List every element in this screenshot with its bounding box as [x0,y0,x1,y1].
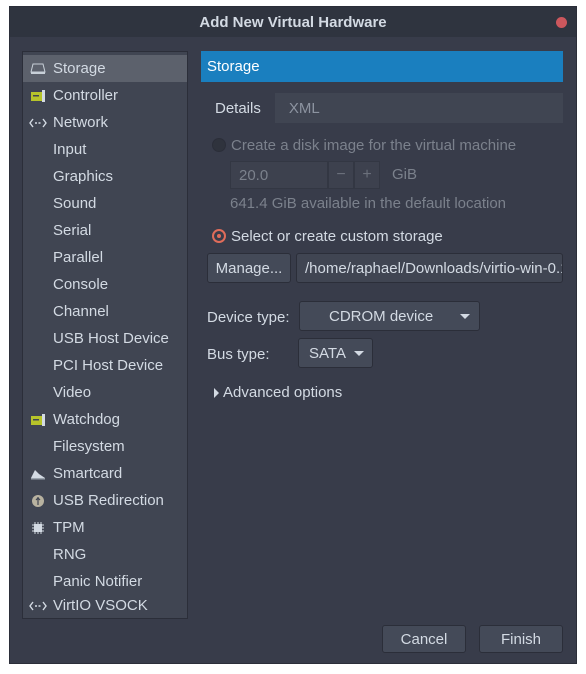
sidebar-item-label: Sound [53,195,97,212]
sidebar-item-label: Network [53,114,109,131]
sidebar-item-label: Input [53,141,87,158]
decrease-size-button[interactable]: − [328,161,354,189]
sidebar-item-virtio-vsock[interactable]: VirtIO VSOCK [23,592,187,619]
details-panel: Details XML Create a disk image for the … [201,93,563,619]
close-button[interactable] [556,17,567,28]
disk-size-unit: GiB [392,166,418,183]
device-type-select[interactable]: CDROM device [299,301,480,331]
controller-icon [23,82,53,109]
advanced-options-label: Advanced options [223,384,343,401]
chevron-down-icon [354,351,364,356]
sidebar-item-watchdog[interactable]: Watchdog [23,406,187,433]
sidebar-item-console[interactable]: Console [23,271,187,298]
select-storage-radio[interactable] [212,229,226,243]
sidebar-item-label: Serial [53,222,92,239]
smartcard-icon [23,460,53,487]
sidebar-item-serial[interactable]: Serial [23,217,187,244]
bus-type-select[interactable]: SATA [298,338,373,368]
sidebar-item-video[interactable]: Video [23,379,187,406]
sidebar-item-label: USB Host Device [53,330,169,347]
storage-path-input[interactable]: /home/raphael/Downloads/virtio-win-0.1.2… [296,253,563,283]
bus-type-value: SATA [309,344,346,362]
select-storage-label: Select or create custom storage [231,228,443,245]
sidebar-item-smartcard[interactable]: Smartcard [23,460,187,487]
tab-xml[interactable]: XML [275,93,334,123]
watchdog-icon [23,406,53,433]
sidebar-item-sound[interactable]: Sound [23,190,187,217]
page-title: Storage [201,51,563,82]
increase-size-button[interactable]: + [354,161,380,189]
sidebar-item-label: Panic Notifier [53,573,143,590]
sidebar-item-label: USB Redirection [53,492,164,509]
storage-path-text: /home/raphael/Downloads/virtio-win-0.1.2… [305,259,562,277]
details-tab-content: Create a disk image for the virtual mach… [201,123,563,619]
device-type-label: Device type: [207,309,290,326]
sidebar-item-label: Video [53,384,92,401]
tab-bar: Details XML [201,93,334,123]
manage-button[interactable]: Manage... [207,253,291,283]
sidebar-item-label: TPM [53,519,85,536]
chevron-down-icon [460,314,470,319]
sidebar-item-label: Parallel [53,249,104,266]
sidebar-item-label: Controller [53,87,119,104]
cancel-button[interactable]: Cancel [382,625,466,653]
storage-icon [23,55,53,82]
sidebar-item-label: Storage [53,60,106,77]
sidebar-item-input[interactable]: Input [23,136,187,163]
sidebar-item-panic-notifier[interactable]: Panic Notifier [23,568,187,595]
tab-details[interactable]: Details [201,93,275,123]
sidebar-item-filesystem[interactable]: Filesystem [23,433,187,460]
chevron-right-icon [214,388,219,398]
sidebar-item-label: Graphics [53,168,114,185]
sidebar-item-label: RNG [53,546,87,563]
bus-type-label: Bus type: [207,346,270,363]
network-icon [23,109,53,136]
sidebar-item-tpm[interactable]: TPM [23,514,187,541]
sidebar-item-network[interactable]: Network [23,109,187,136]
sidebar-item-label: Console [53,276,109,293]
device-type-value: CDROM device [329,307,434,325]
vsock-icon [23,592,53,619]
available-space-text: 641.4 GiB available in the default locat… [230,195,507,212]
sidebar-item-label: Channel [53,303,109,320]
advanced-options-expander[interactable]: Advanced options [211,381,371,405]
sidebar-item-controller[interactable]: Controller [23,82,187,109]
usb-redirection-icon [23,487,53,514]
add-hardware-dialog: Add New Virtual Hardware Storage Control… [10,7,576,663]
sidebar-item-graphics[interactable]: Graphics [23,163,187,190]
tpm-icon [23,514,53,541]
sidebar-item-label: VirtIO VSOCK [53,597,148,614]
sidebar-item-pci-host-device[interactable]: PCI Host Device [23,352,187,379]
sidebar-item-label: Watchdog [53,411,120,428]
sidebar-item-rng[interactable]: RNG [23,541,187,568]
sidebar-item-usb-redirection[interactable]: USB Redirection [23,487,187,514]
sidebar-item-label: Smartcard [53,465,123,482]
sidebar-item-parallel[interactable]: Parallel [23,244,187,271]
sidebar-item-channel[interactable]: Channel [23,298,187,325]
title-bar[interactable]: Add New Virtual Hardware [10,7,576,37]
hardware-list: Storage Controller Network Input Graphic… [22,51,188,619]
disk-size-input[interactable]: 20.0 [230,161,328,189]
sidebar-item-label: Filesystem [53,438,125,455]
create-disk-radio[interactable] [212,138,226,152]
sidebar-item-label: PCI Host Device [53,357,164,374]
create-disk-label: Create a disk image for the virtual mach… [231,137,517,154]
finish-button[interactable]: Finish [479,625,563,653]
sidebar-item-storage[interactable]: Storage [23,55,187,82]
sidebar-item-usb-host-device[interactable]: USB Host Device [23,325,187,352]
window-title: Add New Virtual Hardware [199,13,387,31]
